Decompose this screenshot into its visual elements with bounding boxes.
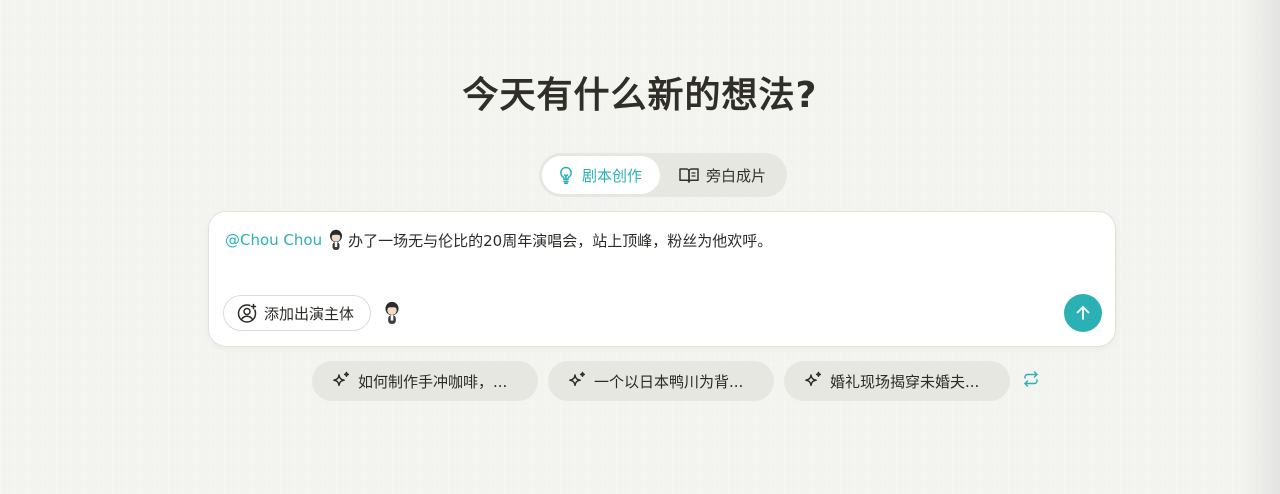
sparkle-icon <box>566 370 588 392</box>
prompt-input-card[interactable]: @Chou Chou 办了一场无与伦比的20周年演唱会，站上顶峰，粉丝为他欢呼。… <box>208 211 1116 347</box>
prompt-text: 办了一场无与伦比的20周年演唱会，站上顶峰，粉丝为他欢呼。 <box>348 231 773 250</box>
mention-tag[interactable]: @Chou Chou <box>225 231 322 249</box>
tab-narration-video-label: 旁白成片 <box>706 166 767 185</box>
sparkle-icon <box>330 370 352 392</box>
prompt-text-area[interactable]: @Chou Chou 办了一场无与伦比的20周年演唱会，站上顶峰，粉丝为他欢呼。 <box>225 229 772 251</box>
arrow-up-icon <box>1074 304 1092 322</box>
lightbulb-icon <box>556 165 576 185</box>
suggestion-label: 婚礼现场揭穿未婚夫... <box>830 372 980 391</box>
add-actor-label: 添加出演主体 <box>264 304 355 323</box>
suggestion-chip[interactable]: 如何制作手冲咖啡，... <box>312 361 538 401</box>
suggestion-label: 一个以日本鸭川为背... <box>594 372 744 391</box>
selected-actor-avatar-icon[interactable] <box>383 301 401 329</box>
tab-narration-video[interactable]: 旁白成片 <box>660 156 780 194</box>
suggestion-label: 如何制作手冲咖啡，... <box>358 372 508 391</box>
mode-toggle: 剧本创作 旁白成片 <box>539 153 787 197</box>
add-actor-button[interactable]: 添加出演主体 <box>223 295 371 331</box>
character-avatar-icon <box>328 229 344 251</box>
suggestion-list: 如何制作手冲咖啡，... 一个以日本鸭川为背... 婚礼现场揭穿未婚夫... <box>312 361 1040 401</box>
add-user-icon <box>236 302 258 324</box>
page-title: 今天有什么新的想法? <box>462 75 818 116</box>
sparkle-icon <box>802 370 824 392</box>
suggestion-chip[interactable]: 一个以日本鸭川为背... <box>548 361 774 401</box>
refresh-suggestions-icon[interactable] <box>1022 370 1040 392</box>
send-button[interactable] <box>1064 294 1102 332</box>
suggestion-chip[interactable]: 婚礼现场揭穿未婚夫... <box>784 361 1010 401</box>
tab-script-creation[interactable]: 剧本创作 <box>542 156 660 194</box>
open-book-icon <box>678 165 700 185</box>
tab-script-creation-label: 剧本创作 <box>582 166 643 185</box>
